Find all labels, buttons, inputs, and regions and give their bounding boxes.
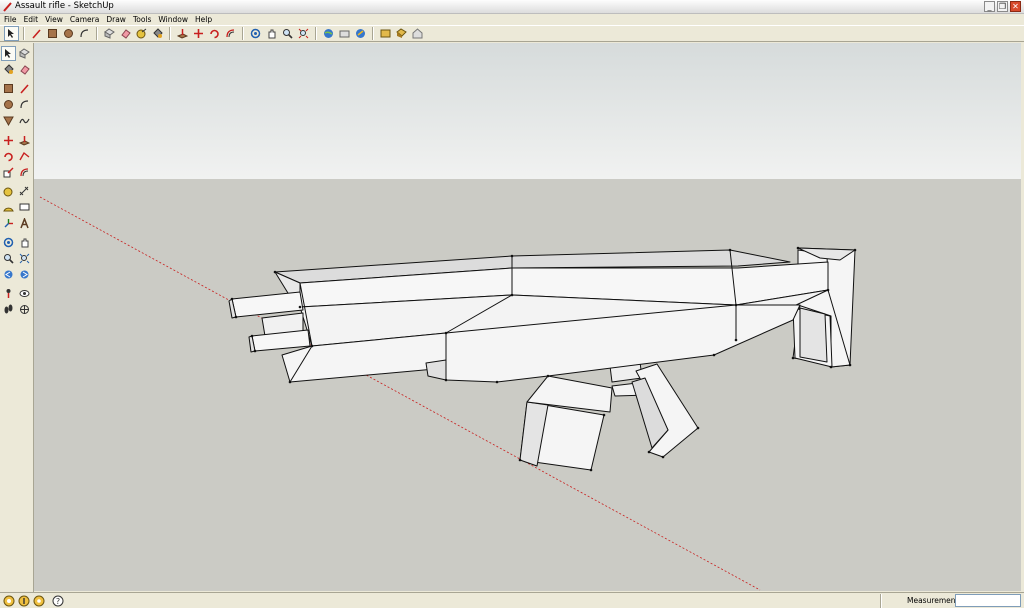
menu-file[interactable]: File <box>4 15 17 25</box>
push-pull-icon[interactable] <box>175 26 190 41</box>
zoom-icon[interactable] <box>1 251 16 266</box>
ground <box>34 179 1021 591</box>
paint-bucket-icon[interactable] <box>1 62 16 77</box>
polygon-icon[interactable] <box>1 113 16 128</box>
dimension-icon[interactable] <box>17 184 32 199</box>
menu-camera[interactable]: Camera <box>70 15 99 25</box>
menu-bar: File Edit View Camera Draw Tools Window … <box>0 14 1024 25</box>
offset-icon[interactable] <box>223 26 238 41</box>
google-earth-icon[interactable] <box>321 26 336 41</box>
select-icon[interactable] <box>1 46 16 61</box>
window-title: Assault rifle - SketchUp <box>15 1 114 11</box>
previous-view-icon[interactable] <box>1 267 16 282</box>
main-toolbar <box>0 25 1024 42</box>
axes-icon[interactable] <box>1 216 16 231</box>
zoom-window-icon[interactable] <box>17 251 32 266</box>
text-icon[interactable] <box>17 200 32 215</box>
make-component-icon[interactable] <box>102 26 117 41</box>
menu-view[interactable]: View <box>45 15 63 25</box>
look-around-icon[interactable] <box>17 286 32 301</box>
circle-icon[interactable] <box>61 26 76 41</box>
zoom-icon[interactable] <box>280 26 295 41</box>
get-models-icon[interactable] <box>337 26 352 41</box>
next-view-icon[interactable] <box>17 267 32 282</box>
menu-help[interactable]: Help <box>195 15 212 25</box>
circle-icon[interactable] <box>1 97 16 112</box>
eraser-icon[interactable] <box>17 62 32 77</box>
eraser-icon[interactable] <box>118 26 133 41</box>
offset-icon[interactable] <box>17 165 32 180</box>
follow-me-icon[interactable] <box>17 149 32 164</box>
geo-location-icon[interactable] <box>3 595 15 607</box>
select-icon[interactable] <box>4 26 19 41</box>
orbit-icon[interactable] <box>1 235 16 250</box>
make-component-icon[interactable] <box>17 46 32 61</box>
position-camera-icon[interactable] <box>1 286 16 301</box>
freehand-icon[interactable] <box>17 113 32 128</box>
menu-window[interactable]: Window <box>158 15 188 25</box>
title-bar: Assault rifle - SketchUp _ ❐ ✕ <box>0 0 1024 14</box>
rotate-icon[interactable] <box>1 149 16 164</box>
stock-inner <box>799 307 828 363</box>
help-icon[interactable]: ? <box>52 595 64 607</box>
rectangle-icon[interactable] <box>45 26 60 41</box>
section-plane-icon[interactable] <box>17 302 32 317</box>
warehouse-icon[interactable] <box>410 26 425 41</box>
menu-tools[interactable]: Tools <box>133 15 151 25</box>
zoom-extents-icon[interactable] <box>296 26 311 41</box>
push-pull-icon[interactable] <box>17 133 32 148</box>
rectangle-icon[interactable] <box>1 81 16 96</box>
orbit-icon[interactable] <box>248 26 263 41</box>
svg-text:?: ? <box>56 597 60 606</box>
credits-icon[interactable] <box>18 595 30 607</box>
photo-textures-icon[interactable] <box>378 26 393 41</box>
status-bar: ? Measurements <box>0 592 1024 608</box>
arc-icon[interactable] <box>77 26 92 41</box>
close-button[interactable]: ✕ <box>1010 1 1021 12</box>
owner-icon[interactable] <box>33 595 45 607</box>
walk-icon[interactable] <box>1 302 16 317</box>
line-icon[interactable] <box>17 81 32 96</box>
pan-icon[interactable] <box>17 235 32 250</box>
share-model-icon[interactable] <box>353 26 368 41</box>
measurements-input[interactable] <box>955 594 1021 607</box>
minimize-button[interactable]: _ <box>984 1 995 12</box>
restore-button[interactable]: ❐ <box>997 1 1008 12</box>
model-canvas[interactable] <box>34 43 1021 591</box>
3d-text-icon[interactable] <box>17 216 32 231</box>
line-icon[interactable] <box>29 26 44 41</box>
protractor-icon[interactable] <box>1 200 16 215</box>
move-icon[interactable] <box>191 26 206 41</box>
sky <box>34 43 1021 179</box>
menu-draw[interactable]: Draw <box>106 15 126 25</box>
arc-icon[interactable] <box>17 97 32 112</box>
menu-edit[interactable]: Edit <box>24 15 39 25</box>
pan-icon[interactable] <box>264 26 279 41</box>
scale-icon[interactable] <box>1 165 16 180</box>
rotate-icon[interactable] <box>207 26 222 41</box>
move-icon[interactable] <box>1 133 16 148</box>
left-tool-palette <box>0 43 34 592</box>
drawing-area[interactable] <box>34 43 1021 591</box>
components-icon[interactable] <box>394 26 409 41</box>
tape-measure-icon[interactable] <box>134 26 149 41</box>
sketchup-logo-icon <box>3 2 12 12</box>
paint-bucket-icon[interactable] <box>150 26 165 41</box>
tape-measure-icon[interactable] <box>1 184 16 199</box>
